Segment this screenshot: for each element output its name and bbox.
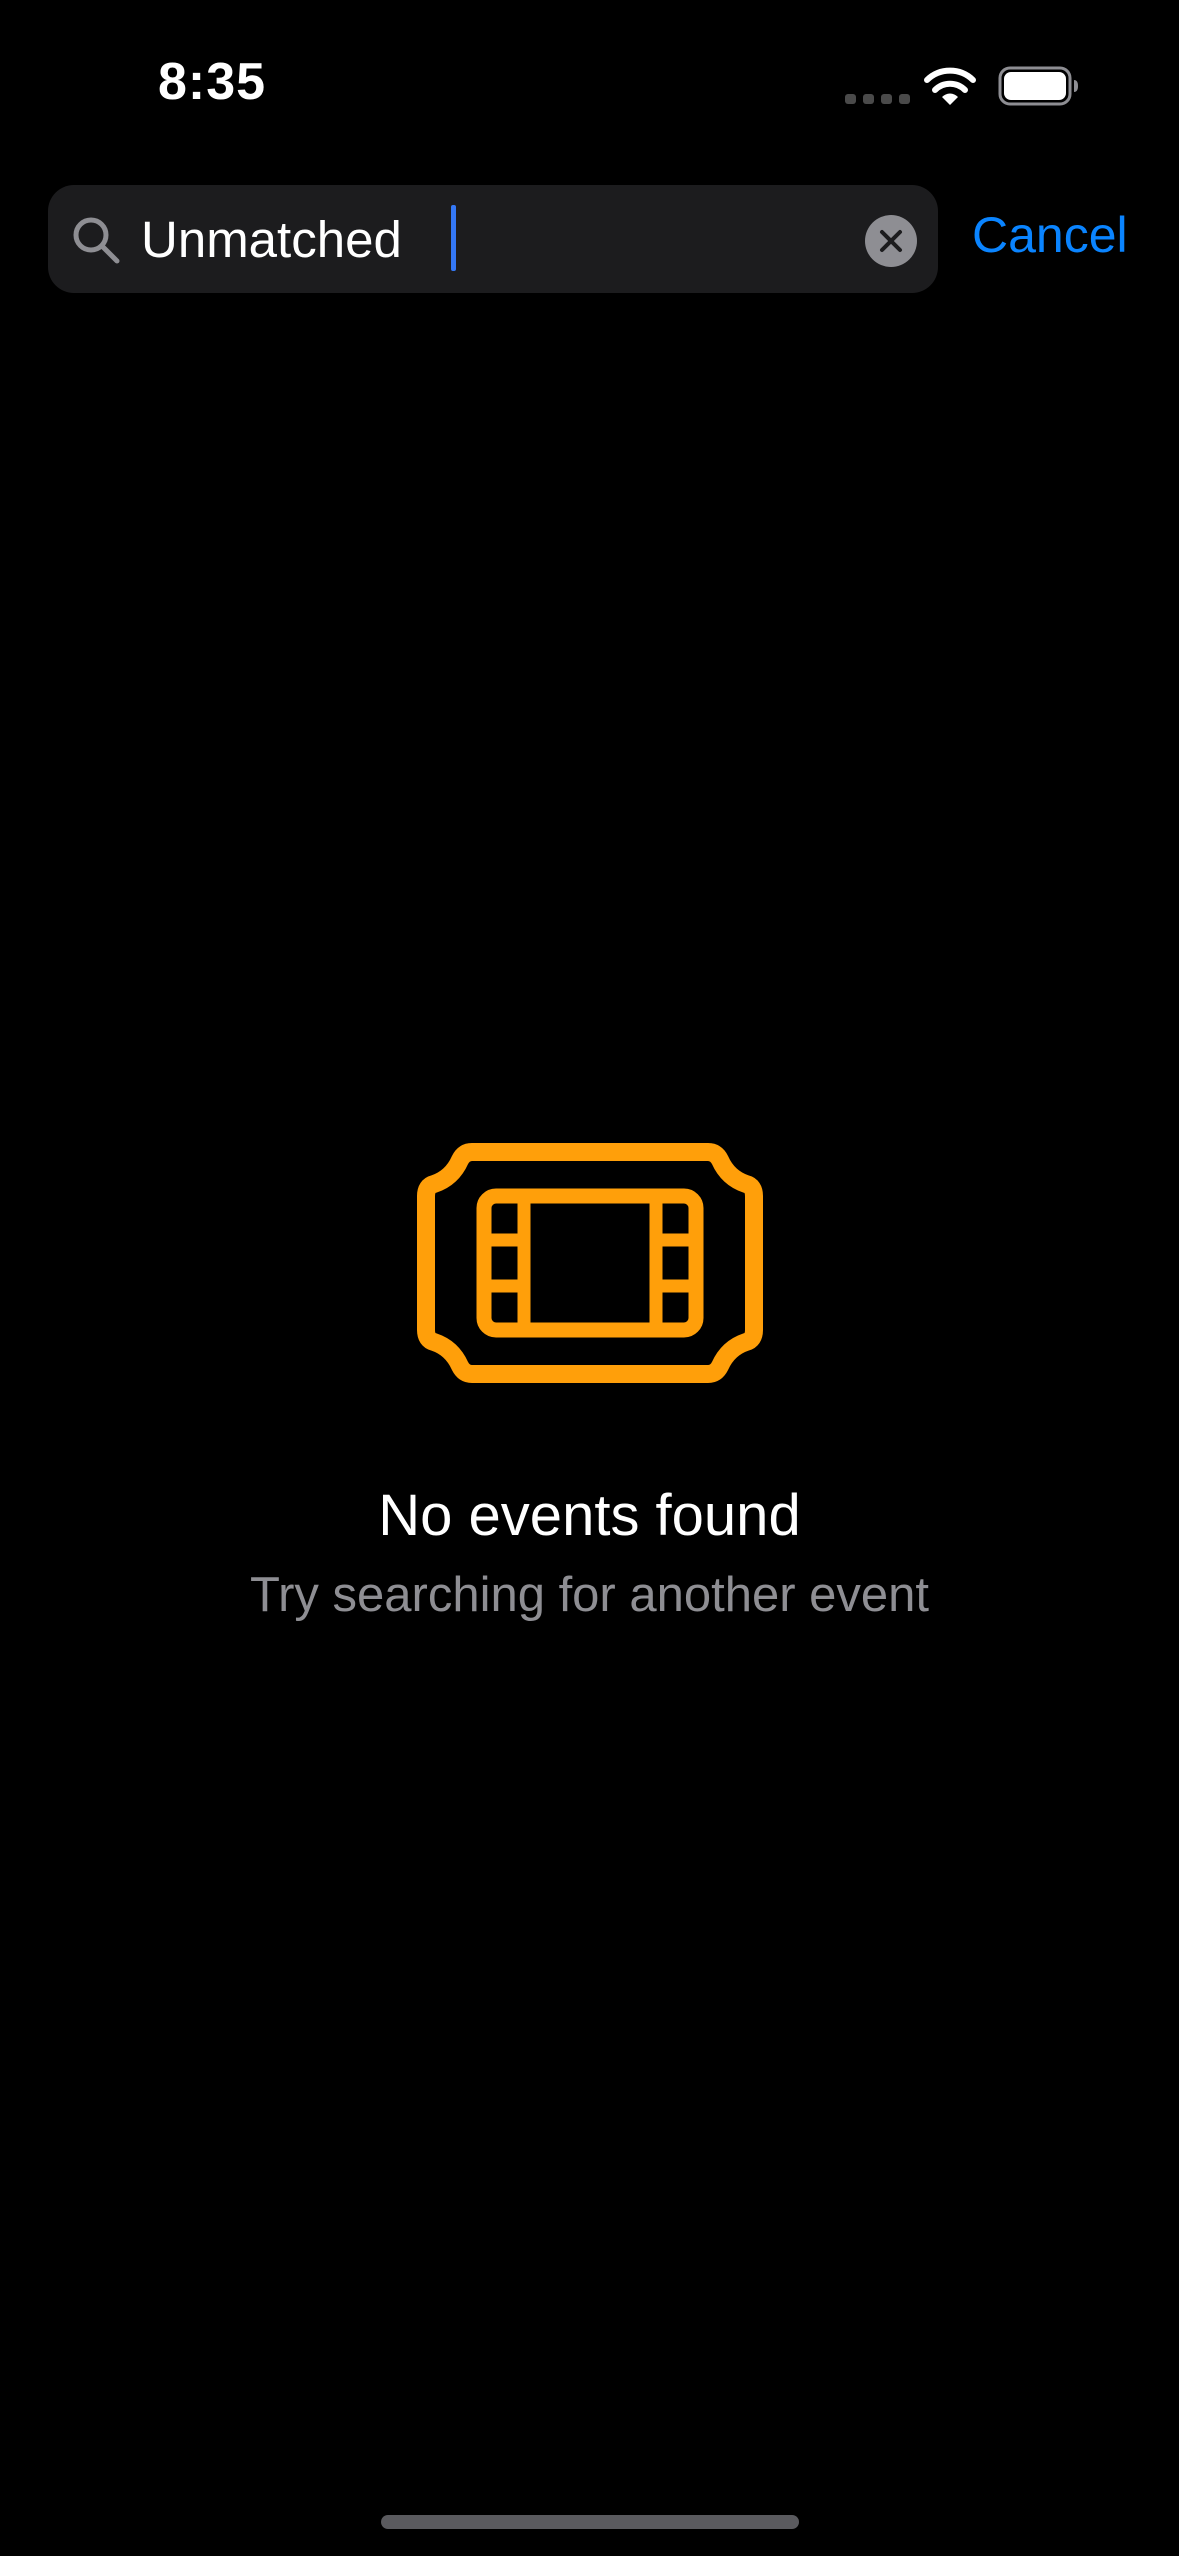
status-bar: 8:35 [0, 0, 1179, 170]
home-indicator[interactable] [381, 2515, 799, 2529]
search-input[interactable] [141, 205, 841, 273]
clear-search-button[interactable] [865, 215, 917, 267]
wifi-icon [924, 67, 976, 105]
battery-icon [998, 66, 1078, 106]
status-time: 8:35 [158, 53, 267, 111]
cancel-button[interactable]: Cancel [972, 206, 1128, 264]
text-caret [451, 205, 456, 271]
search-field[interactable] [48, 185, 938, 293]
cellular-signal-icon [845, 94, 910, 104]
clear-icon [880, 230, 902, 252]
empty-state-title: No events found [378, 1483, 801, 1548]
ticket-film-icon [417, 1143, 763, 1383]
empty-state-subtitle: Try searching for another event [249, 1568, 930, 1622]
search-icon [73, 217, 120, 264]
